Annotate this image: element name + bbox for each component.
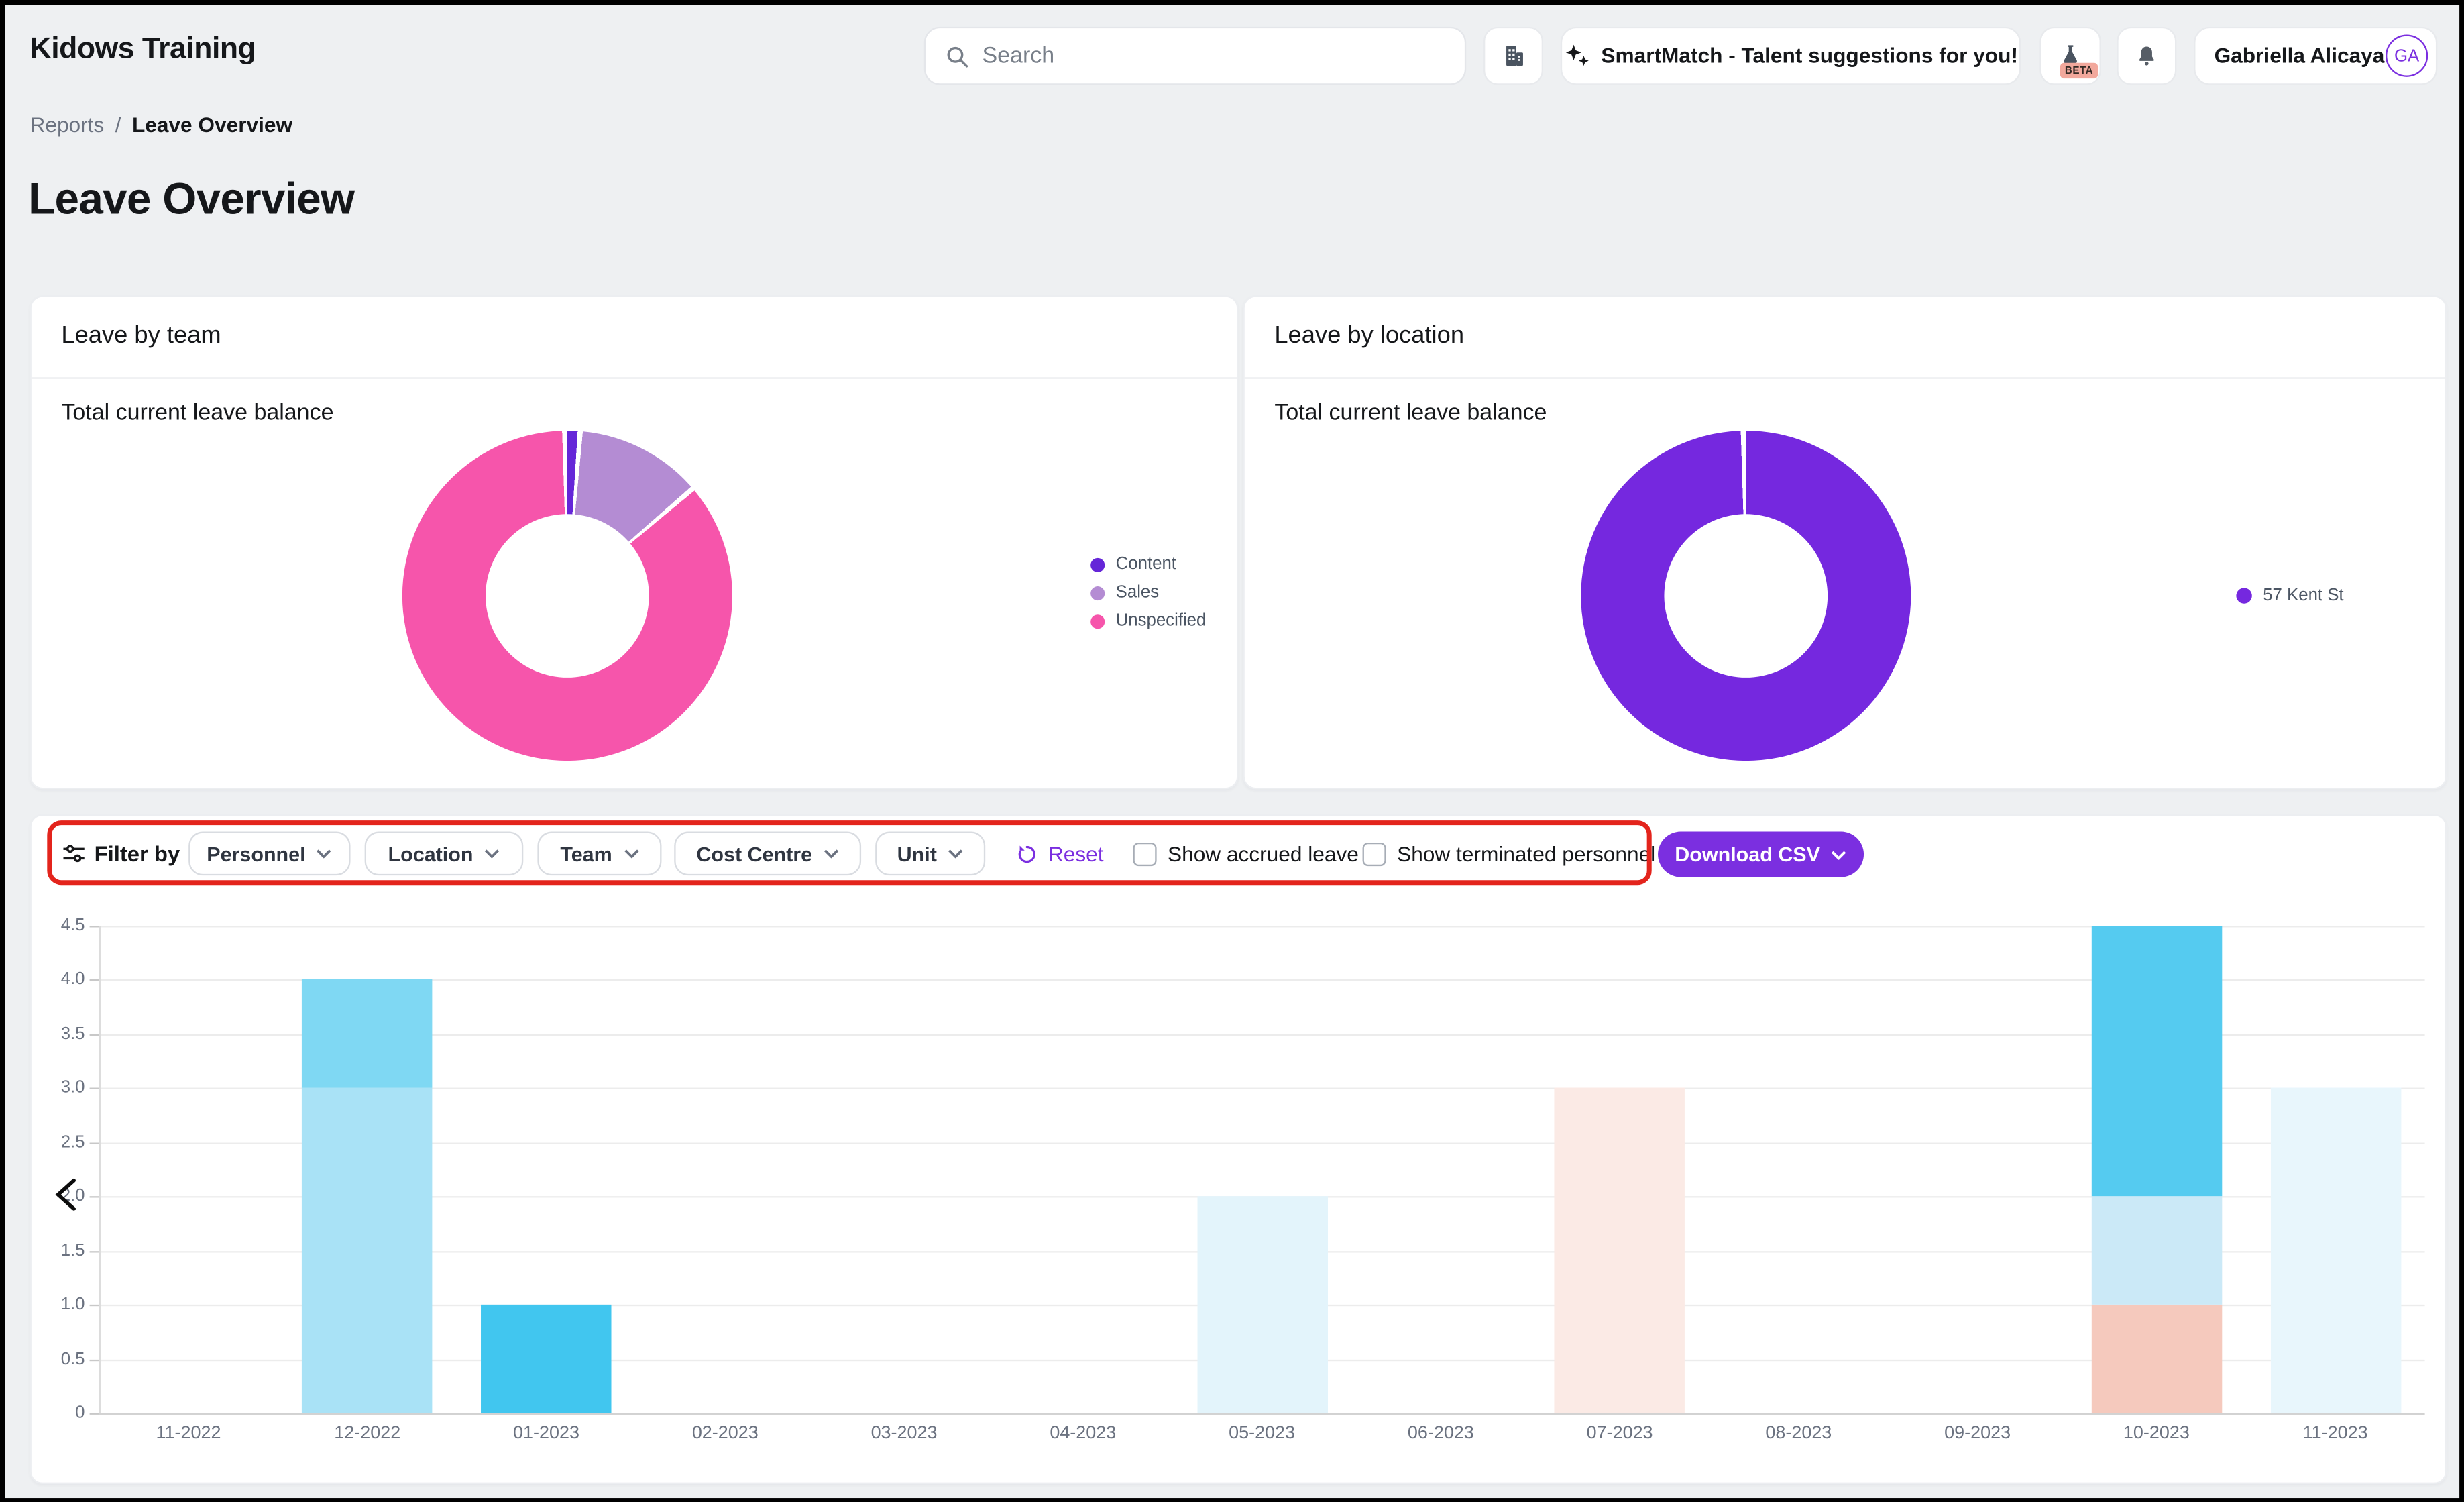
monthly-leave-bar-chart: 00.51.01.52.02.53.03.54.04.511-202212-20… [5,5,2464,1502]
y-axis-label: 3.0 [61,1079,85,1097]
x-axis-label: 07-2023 [1587,1424,1653,1443]
x-axis-label: 10-2023 [2123,1424,2190,1443]
x-axis-label: 09-2023 [1944,1424,2011,1443]
app-window: Kidows Training Search SmartMatch - Tale… [0,0,2464,1502]
bar-segment [2091,1197,2221,1305]
gridline [99,1142,2425,1144]
y-axis-label: 0.5 [61,1350,85,1369]
y-axis-label: 4.0 [61,971,85,989]
y-axis-tick [90,1359,99,1360]
y-axis-line [99,926,101,1413]
gridline [99,1088,2425,1089]
x-axis-label: 06-2023 [1408,1424,1474,1443]
bar-segment [2091,1305,2221,1413]
x-axis-label: 12-2022 [334,1424,400,1443]
bar-segment [302,980,433,1088]
y-axis-tick [90,1413,99,1415]
y-axis-tick [90,1250,99,1252]
x-axis-line [99,1413,2425,1415]
x-axis-label: 01-2023 [513,1424,579,1443]
x-axis-label: 03-2023 [871,1424,938,1443]
x-axis-label: 02-2023 [692,1424,759,1443]
bar-segment [1555,1088,1685,1413]
bar-segment [2091,926,2221,1197]
gridline [99,980,2425,981]
y-axis-label: 0 [75,1403,85,1422]
bar-segment [302,1088,433,1413]
y-axis-label: 3.5 [61,1024,85,1043]
x-axis-label: 04-2023 [1050,1424,1116,1443]
y-axis-tick [90,926,99,927]
y-axis-tick [90,980,99,981]
y-axis-label: 4.5 [61,916,85,935]
y-axis-label: 2.5 [61,1133,85,1152]
y-axis-label: 1.5 [61,1241,85,1260]
y-axis-tick [90,1088,99,1089]
y-axis-tick [90,1197,99,1198]
x-axis-label: 11-2023 [2303,1424,2368,1443]
collapse-chevron-icon[interactable] [54,1177,78,1212]
y-axis-tick [90,1305,99,1306]
y-axis-label: 1.0 [61,1295,85,1314]
bar-segment [481,1305,611,1413]
x-axis-label: 11-2022 [156,1424,221,1443]
y-axis-tick [90,1034,99,1036]
x-axis-label: 08-2023 [1765,1424,1832,1443]
gridline [99,1034,2425,1036]
x-axis-label: 05-2023 [1229,1424,1295,1443]
gridline [99,926,2425,927]
bar-segment [2270,1088,2400,1413]
bar-segment [1196,1197,1327,1413]
y-axis-tick [90,1142,99,1144]
